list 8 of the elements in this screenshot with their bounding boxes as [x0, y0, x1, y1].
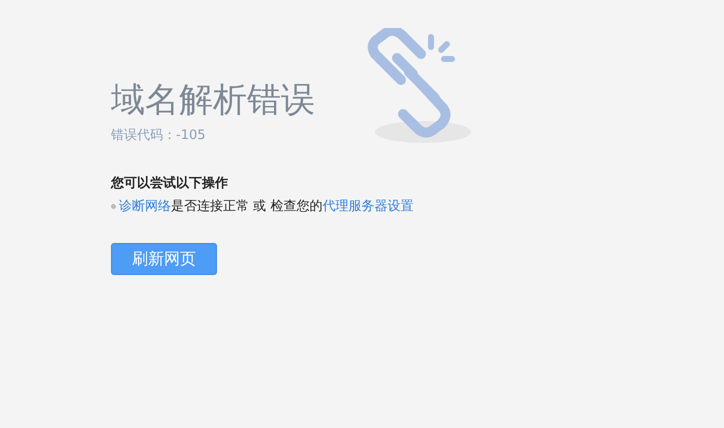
link[interactable]: 代理服务器设置: [322, 198, 414, 214]
bullet-icon: [111, 204, 116, 209]
suggestions-heading: 您可以尝试以下操作: [111, 175, 229, 193]
reload-button[interactable]: 刷新网页: [111, 243, 217, 275]
link[interactable]: 诊断网络: [119, 198, 171, 214]
suggestion-text: 诊断网络是否连接正常 或 检查您的代理服务器设置: [119, 198, 414, 216]
error-code: 错误代码：-105: [111, 127, 207, 145]
error-title: 域名解析错误: [111, 80, 316, 120]
